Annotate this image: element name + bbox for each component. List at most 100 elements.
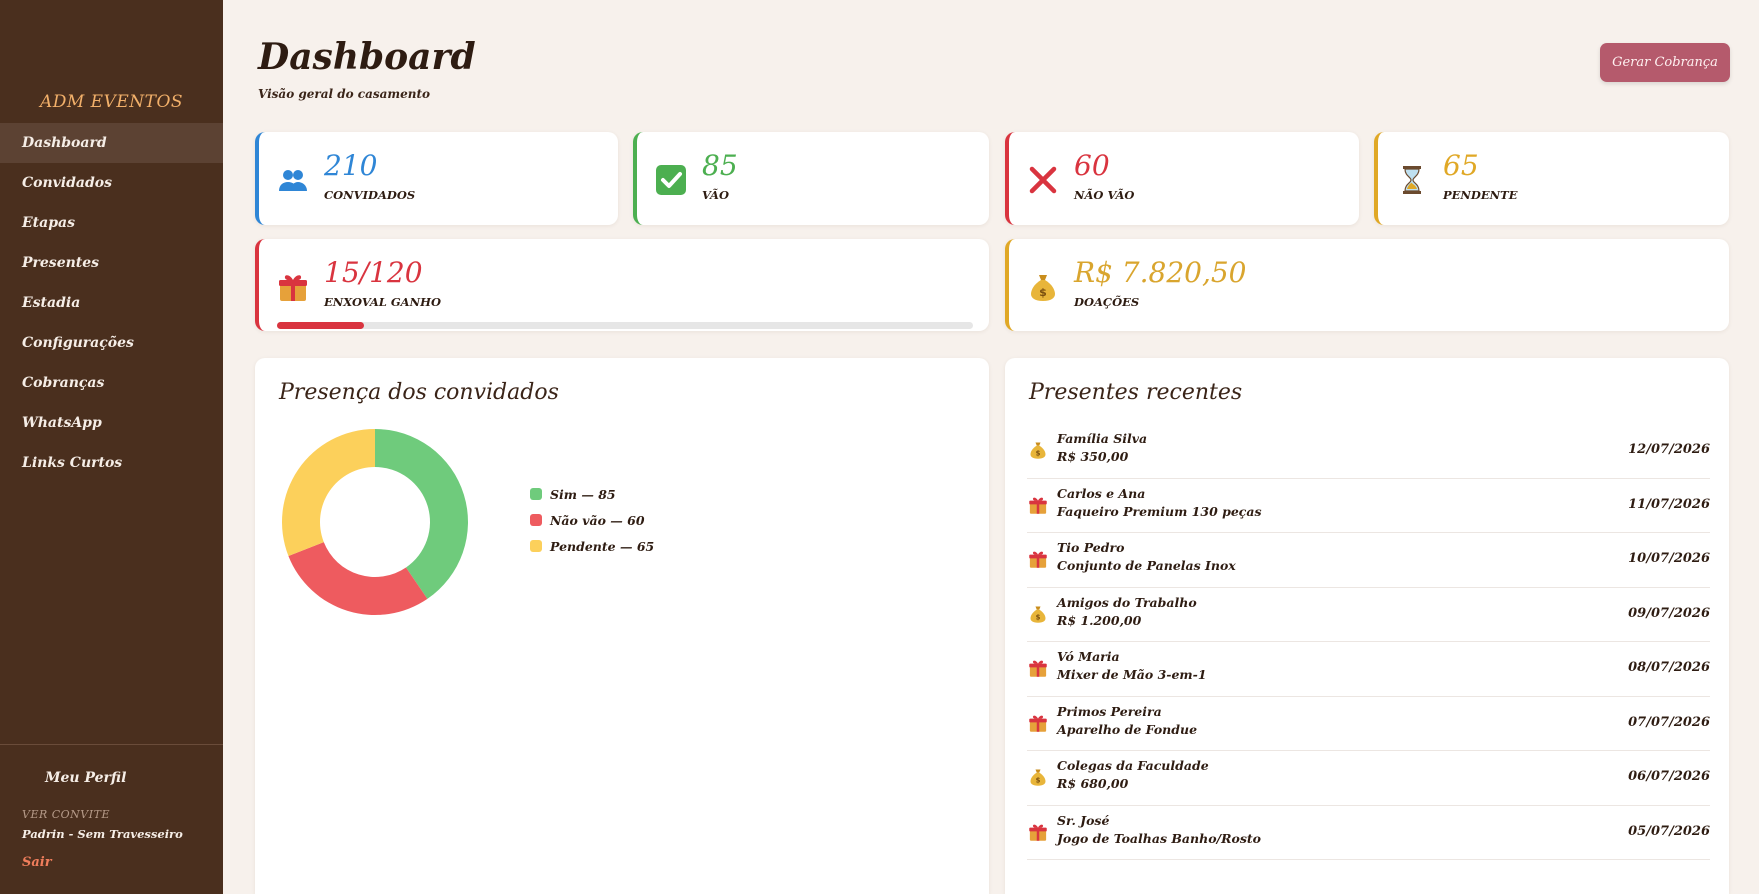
list-item[interactable]: Sr. José Jogo de Toalhas Banho/Rosto 05/07… xyxy=(1027,806,1710,860)
gift-description: Faqueiro Premium 130 peças xyxy=(1057,503,1262,519)
stat-card-guests: 210 CONVIDADOS xyxy=(255,132,618,225)
svg-text:$: $ xyxy=(1036,613,1041,621)
gift-description: Conjunto de Panelas Inox xyxy=(1057,558,1236,573)
presence-donut-chart xyxy=(282,429,468,615)
invite-label[interactable]: VER CONVITE xyxy=(22,808,110,821)
sidebar: ADM EVENTOS Dashboard Convidados Etapas … xyxy=(0,0,223,894)
gift-date: 12/07/2026 xyxy=(1628,442,1710,457)
logout-link[interactable]: Sair xyxy=(22,855,52,870)
gift-giver-name: Sr. José xyxy=(1057,812,1110,828)
sidebar-item-whatsapp[interactable]: WhatsApp xyxy=(0,403,223,443)
legend-swatch-sim xyxy=(530,488,542,500)
page-subtitle: Visão geral do casamento xyxy=(258,87,431,101)
recent-gifts-list: $ Família Silva R$ 350,00 12/07/2026 Carlos … xyxy=(1027,424,1710,860)
list-item[interactable]: $ Colegas da Faculdade R$ 680,00 06/07/2026 xyxy=(1027,751,1710,806)
sidebar-divider xyxy=(0,744,223,745)
gift-description: R$ 350,00 xyxy=(1057,449,1129,464)
sidebar-item-etapas[interactable]: Etapas xyxy=(0,203,223,243)
sidebar-item-cobrancas[interactable]: Cobranças xyxy=(0,363,223,403)
hourglass-icon xyxy=(1396,164,1428,196)
gift-description: Aparelho de Fondue xyxy=(1057,721,1198,737)
legend-label-sim: Sim — 85 xyxy=(550,486,616,502)
stat-card-pending: 65 PENDENTE xyxy=(1374,132,1729,225)
money-bag-icon: $ xyxy=(1027,767,1049,789)
gift-giver-name: Primos Pereira xyxy=(1057,703,1162,719)
gift-description: Mixer de Mão 3-em-1 xyxy=(1057,667,1207,682)
not-going-label: NÃO VÃO xyxy=(1074,188,1135,202)
sidebar-nav: Dashboard Convidados Etapas Presentes Es… xyxy=(0,123,223,483)
presence-legend: Sim — 85 Não vão — 60 Pendente — 65 xyxy=(530,481,654,559)
trousseau-count: 15/120 xyxy=(324,256,423,289)
not-going-count: 60 xyxy=(1074,149,1110,182)
gift-giver-name: Carlos e Ana xyxy=(1057,485,1146,501)
donations-label: DOAÇÕES xyxy=(1074,295,1140,309)
legend-swatch-pendente xyxy=(530,540,542,552)
legend-label-pendente: Pendente — 65 xyxy=(550,538,655,554)
gift-icon xyxy=(277,271,309,303)
profile-link[interactable]: Meu Perfil xyxy=(45,770,126,786)
sidebar-item-configuracoes[interactable]: Configurações xyxy=(0,323,223,363)
presence-title: Presença dos convidados xyxy=(279,380,559,405)
gift-date: 06/07/2026 xyxy=(1628,769,1710,784)
guests-count: 210 xyxy=(324,149,378,182)
stat-card-donations: $ R$ 7.820,50 DOAÇÕES xyxy=(1005,239,1729,331)
money-bag-icon: $ xyxy=(1027,440,1049,462)
stat-card-going: 85 VÃO xyxy=(633,132,989,225)
gift-date: 07/07/2026 xyxy=(1628,714,1710,730)
gift-icon xyxy=(1027,713,1049,735)
sidebar-item-links-curtos[interactable]: Links Curtos xyxy=(0,443,223,483)
guests-label: CONVIDADOS xyxy=(324,188,416,202)
gift-date: 11/07/2026 xyxy=(1628,496,1710,512)
sidebar-item-presentes[interactable]: Presentes xyxy=(0,243,223,283)
gift-description: Jogo de Toalhas Banho/Rosto xyxy=(1057,830,1261,846)
presence-panel: Presença dos convidados Sim — 85 Não vão… xyxy=(255,358,989,894)
list-item[interactable]: Carlos e Ana Faqueiro Premium 130 peças 11… xyxy=(1027,479,1710,533)
going-count: 85 xyxy=(702,149,738,182)
gift-icon xyxy=(1027,549,1049,571)
gift-date: 05/07/2026 xyxy=(1628,823,1710,839)
gift-description: R$ 1.200,00 xyxy=(1057,612,1142,628)
gift-icon xyxy=(1027,658,1049,680)
gift-icon xyxy=(1027,822,1049,844)
cross-icon xyxy=(1027,164,1059,196)
donut-slice-sim xyxy=(375,429,468,599)
donut-slice-n-o-v-o xyxy=(288,542,428,615)
recent-gifts-title: Presentes recentes xyxy=(1029,380,1243,405)
gift-date: 09/07/2026 xyxy=(1628,605,1710,621)
money-bag-icon: $ xyxy=(1027,604,1049,626)
donut-slice-pendente xyxy=(282,429,375,556)
sidebar-item-estadia[interactable]: Estadia xyxy=(0,283,223,323)
money-bag-icon: $ xyxy=(1027,271,1059,303)
sidebar-item-convidados[interactable]: Convidados xyxy=(0,163,223,203)
svg-text:$: $ xyxy=(1039,286,1047,299)
gift-giver-name: Família Silva xyxy=(1057,431,1148,446)
legend-item-pendente: Pendente — 65 xyxy=(530,533,654,559)
list-item[interactable]: Primos Pereira Aparelho de Fondue 07/07/20… xyxy=(1027,697,1710,751)
gift-giver-name: Vó Maria xyxy=(1057,649,1120,664)
list-item[interactable]: $ Amigos do Trabalho R$ 1.200,00 09/07/2026 xyxy=(1027,588,1710,642)
trousseau-progress-bar xyxy=(277,322,973,329)
list-item[interactable]: Tio Pedro Conjunto de Panelas Inox 10/07/2… xyxy=(1027,533,1710,588)
legend-item-nao-vao: Não vão — 60 xyxy=(530,507,654,533)
gift-date: 10/07/2026 xyxy=(1628,551,1710,566)
gift-date: 08/07/2026 xyxy=(1628,660,1710,675)
recent-gifts-panel: Presentes recentes $ Família Silva R$ 350,… xyxy=(1005,358,1729,894)
brand-logo: ADM EVENTOS xyxy=(39,92,184,112)
legend-label-nao-vao: Não vão — 60 xyxy=(550,512,645,528)
gift-description: R$ 680,00 xyxy=(1057,776,1129,791)
stat-card-not-going: 60 NÃO VÃO xyxy=(1005,132,1359,225)
sidebar-item-dashboard[interactable]: Dashboard xyxy=(0,123,223,163)
list-item[interactable]: $ Família Silva R$ 350,00 12/07/2026 xyxy=(1027,424,1710,479)
svg-text:$: $ xyxy=(1036,450,1041,458)
gift-giver-name: Colegas da Faculdade xyxy=(1057,758,1209,773)
gift-icon xyxy=(1027,495,1049,517)
gift-giver-name: Amigos do Trabalho xyxy=(1057,594,1197,610)
trousseau-progress-fill xyxy=(277,322,364,329)
pending-count: 65 xyxy=(1443,149,1479,182)
list-item[interactable]: Vó Maria Mixer de Mão 3-em-1 08/07/2026 xyxy=(1027,642,1710,697)
generate-charge-button[interactable]: Gerar Cobrança xyxy=(1600,43,1730,82)
donations-amount: R$ 7.820,50 xyxy=(1074,256,1247,289)
going-label: VÃO xyxy=(702,188,729,202)
svg-text:$: $ xyxy=(1036,777,1041,785)
stat-card-trousseau: 15/120 ENXOVAL GANHO xyxy=(255,239,989,331)
